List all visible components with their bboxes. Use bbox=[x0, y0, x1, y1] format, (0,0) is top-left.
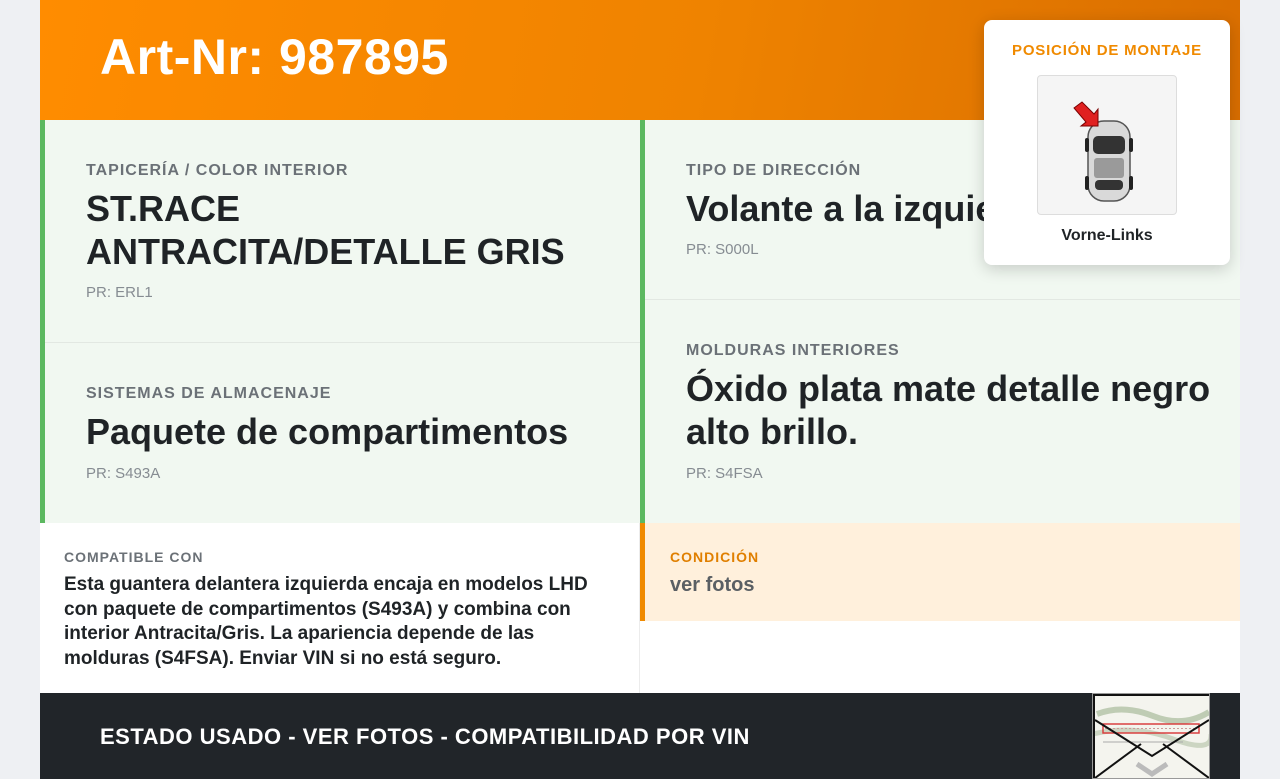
spec-label: SISTEMAS DE ALMACENAJE bbox=[86, 385, 332, 402]
page-title: Art-Nr: 987895 bbox=[100, 29, 449, 85]
footer-text: ESTADO USADO - VER FOTOS - COMPATIBILIDA… bbox=[100, 724, 750, 749]
compatibility-text: Esta guantera delantera izquierda encaja… bbox=[64, 574, 588, 669]
spec-interior-trim: MOLDURAS INTERIORES Óxido plata mate det… bbox=[640, 300, 1240, 523]
condition-box: CONDICIÓN ver fotos bbox=[640, 523, 1240, 621]
document-envelope-icon bbox=[1093, 694, 1209, 778]
compatibility-box: COMPATIBLE CON Esta guantera delantera i… bbox=[40, 523, 640, 693]
spec-pr-code: PR: S000L bbox=[686, 241, 759, 258]
spec-pr-code: PR: S493A bbox=[86, 465, 161, 482]
spec-pr-code: PR: ERL1 bbox=[86, 284, 153, 301]
mounting-position-image[interactable] bbox=[1037, 75, 1177, 215]
car-top-view-icon bbox=[1073, 101, 1133, 202]
spec-storage: SISTEMAS DE ALMACENAJE Paquete de compar… bbox=[40, 343, 640, 523]
popup-title: POSICIÓN DE MONTAJE bbox=[1012, 42, 1202, 59]
spec-value: Paquete de compartimentos bbox=[86, 411, 569, 452]
condition-value: ver fotos bbox=[670, 574, 755, 596]
spec-label: TAPICERÍA / COLOR INTERIOR bbox=[86, 162, 349, 179]
mounting-position-popup: POSICIÓN DE MONTAJE Vorne-Links bbox=[984, 20, 1230, 265]
spec-value: Óxido plata mate detalle negro alto bril… bbox=[686, 368, 1211, 452]
spec-label: TIPO DE DIRECCIÓN bbox=[686, 162, 862, 179]
vehicle-document-thumbnail[interactable] bbox=[1092, 693, 1210, 779]
spec-upholstery: TAPICERÍA / COLOR INTERIOR ST.RACE ANTRA… bbox=[40, 120, 640, 343]
compatibility-label: COMPATIBLE CON bbox=[64, 549, 204, 565]
popup-caption: Vorne-Links bbox=[1061, 227, 1153, 244]
spec-label: MOLDURAS INTERIORES bbox=[686, 342, 900, 359]
arrow-icon bbox=[1073, 101, 1099, 127]
spec-pr-code: PR: S4FSA bbox=[686, 465, 763, 482]
spec-value: ST.RACE ANTRACITA/DETALLE GRIS bbox=[86, 188, 565, 272]
condition-label: CONDICIÓN bbox=[670, 549, 760, 565]
footer-bar: ESTADO USADO - VER FOTOS - COMPATIBILIDA… bbox=[40, 693, 1240, 779]
